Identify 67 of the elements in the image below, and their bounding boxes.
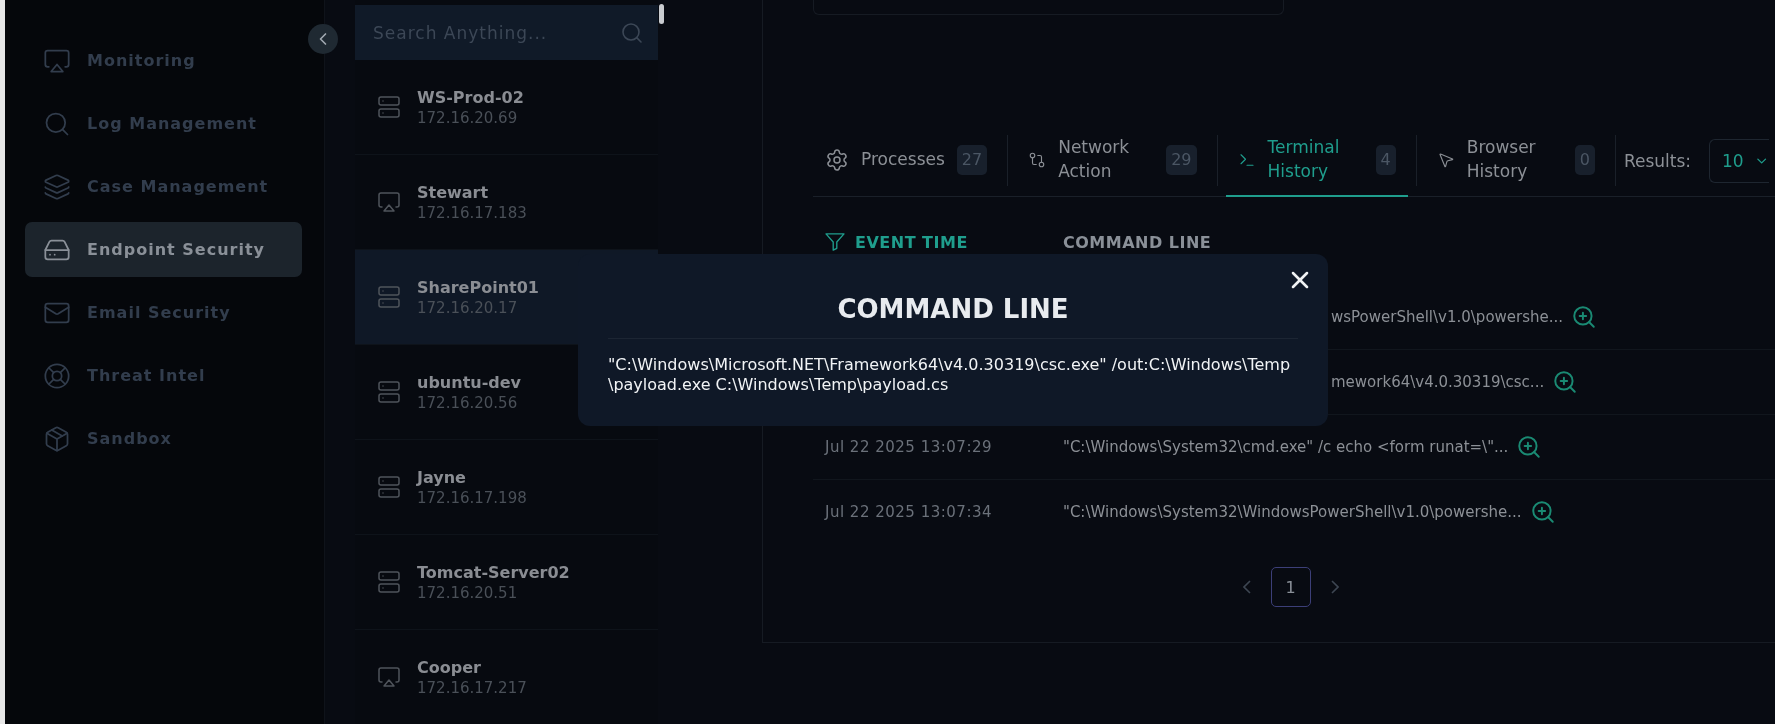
chevron-right-icon xyxy=(1330,580,1339,594)
host-ip: 172.16.17.183 xyxy=(417,203,527,222)
zoom-in-button[interactable] xyxy=(1552,369,1579,395)
host-name: WS-Prod-02 xyxy=(417,87,524,107)
count-badge: 4 xyxy=(1375,144,1396,176)
host-ip: 172.16.20.69 xyxy=(417,108,519,127)
filter-icon xyxy=(825,233,845,251)
zoom-in-icon xyxy=(1516,434,1543,460)
layers-icon xyxy=(43,172,71,201)
server-icon xyxy=(377,475,401,499)
zoom-in-icon xyxy=(1571,304,1598,330)
pointer-icon xyxy=(1436,151,1455,169)
event-time: Jul 22 2025 13:07:29 xyxy=(823,438,994,456)
scrollbar-thumb[interactable] xyxy=(659,4,664,24)
count-badge: 0 xyxy=(1574,144,1595,176)
host-item[interactable]: Cooper 172.16.17.217 xyxy=(355,630,658,724)
host-ip: 172.16.20.17 xyxy=(417,298,519,317)
chevron-left-icon xyxy=(1242,580,1251,594)
server-icon xyxy=(377,380,401,404)
collapse-button[interactable] xyxy=(308,24,338,54)
results-label: Results: xyxy=(1623,150,1692,171)
git-compare-icon xyxy=(1028,151,1047,169)
results-select[interactable]: 10 xyxy=(1709,138,1770,183)
zoom-in-icon xyxy=(1552,369,1579,395)
host-name: Jayne xyxy=(417,467,467,487)
command-line-text: wsPowerShell\v1.0\powershe... xyxy=(1331,308,1564,326)
page-button[interactable]: 1 xyxy=(1270,567,1311,607)
package-icon xyxy=(43,424,71,453)
lifebuoy-icon xyxy=(43,361,71,390)
event-time: Jul 22 2025 13:07:34 xyxy=(823,503,994,521)
airplay-icon xyxy=(377,190,401,214)
zoom-in-button[interactable] xyxy=(1529,499,1556,525)
count-badge: 29 xyxy=(1166,144,1197,176)
tab[interactable]: Network Action 29 xyxy=(1016,125,1209,197)
command-line-text: "C:\Windows\System32\WindowsPowerShell\v1.0\powershe... xyxy=(1063,503,1522,521)
zoom-in-icon xyxy=(1529,499,1556,525)
modal-title: COMMAND LINE xyxy=(608,254,1298,339)
server-icon xyxy=(377,285,401,309)
host-ip: 172.16.17.217 xyxy=(417,678,527,697)
tab[interactable]: Processes 27 xyxy=(813,125,1000,197)
column-header[interactable]: COMMAND LINE xyxy=(1063,232,1212,252)
host-name: Stewart xyxy=(417,182,490,202)
host-item[interactable]: Jayne 172.16.17.198 xyxy=(355,440,658,535)
count-badge: 27 xyxy=(956,144,988,176)
host-name: Tomcat-Server02 xyxy=(417,562,570,582)
host-ip: 172.16.20.56 xyxy=(417,393,519,412)
terminal-icon xyxy=(1237,151,1256,169)
tab[interactable]: Browser History 0 xyxy=(1424,125,1607,197)
search-icon xyxy=(620,20,644,45)
host-ip: 172.16.20.51 xyxy=(417,583,519,602)
zoom-in-button[interactable] xyxy=(1516,434,1543,460)
host-item[interactable]: Tomcat-Server02 172.16.20.51 xyxy=(355,535,658,630)
tab[interactable]: Terminal History 4 xyxy=(1225,125,1408,197)
server-icon xyxy=(377,95,401,119)
host-name: SharePoint01 xyxy=(417,277,539,297)
sidebar-item[interactable]: Endpoint Security xyxy=(25,222,302,277)
settings-icon xyxy=(825,148,849,172)
host-item[interactable]: WS-Prod-02 172.16.20.69 xyxy=(355,60,658,155)
host-name: ubuntu-dev xyxy=(417,372,522,392)
host-name: Cooper xyxy=(417,657,482,677)
column-header[interactable]: EVENT TIME xyxy=(813,232,1063,252)
server-icon xyxy=(377,570,401,594)
command-line-text: mework64\v4.0.30319\csc... xyxy=(1331,373,1545,391)
zoom-in-button[interactable] xyxy=(1571,304,1598,330)
airplay-icon xyxy=(377,665,401,689)
command-line-text: "C:\Windows\System32\cmd.exe" /c echo <form runat=\"... xyxy=(1063,438,1509,456)
host-ip: 172.16.17.198 xyxy=(417,488,527,507)
